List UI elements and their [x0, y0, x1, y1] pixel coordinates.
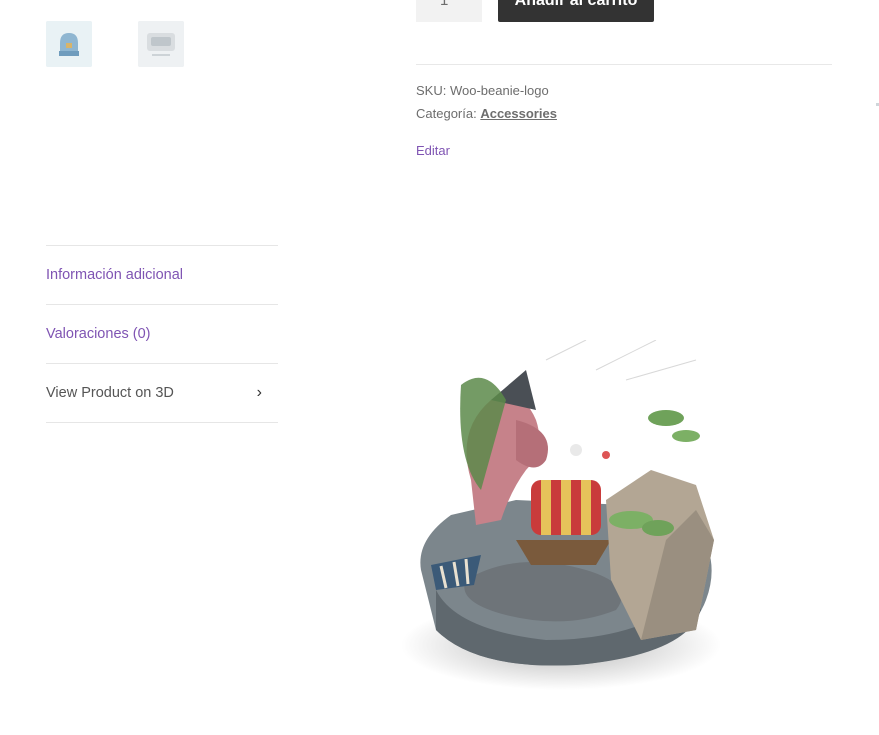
- tab-view-3d[interactable]: View Product on 3D ›: [46, 363, 278, 423]
- quantity-input[interactable]: 1: [416, 0, 482, 22]
- beanie-image: [46, 21, 92, 67]
- tab-reviews[interactable]: Valoraciones (0): [46, 304, 278, 363]
- product-tabs: Información adicional Valoraciones (0) V…: [46, 245, 278, 423]
- sku-value: Woo-beanie-logo: [449, 83, 549, 98]
- tab-label: Información adicional: [46, 267, 184, 283]
- tab-additional-information[interactable]: Información adicional: [46, 245, 278, 304]
- sku-label: SKU:: [416, 83, 447, 98]
- add-to-cart-button[interactable]: Añadir al carrito: [498, 0, 654, 22]
- woo-logo-image: [138, 21, 184, 67]
- tab-label: Valoraciones (0): [46, 326, 151, 342]
- category-link[interactable]: Accessories: [480, 106, 557, 121]
- divider: [416, 64, 832, 65]
- product-sku: SKU: Woo-beanie-logo: [416, 83, 549, 98]
- product-category: Categoría: Accessories: [416, 106, 557, 121]
- category-label: Categoría:: [416, 106, 477, 121]
- product-thumbnail-logo[interactable]: [138, 21, 184, 67]
- chevron-right-icon: ›: [256, 384, 262, 401]
- product-3d-model-viewer[interactable]: [396, 340, 736, 700]
- edit-link[interactable]: Editar: [416, 143, 450, 158]
- tab-label: View Product on 3D: [46, 385, 174, 401]
- product-thumbnail-beanie[interactable]: [46, 21, 92, 67]
